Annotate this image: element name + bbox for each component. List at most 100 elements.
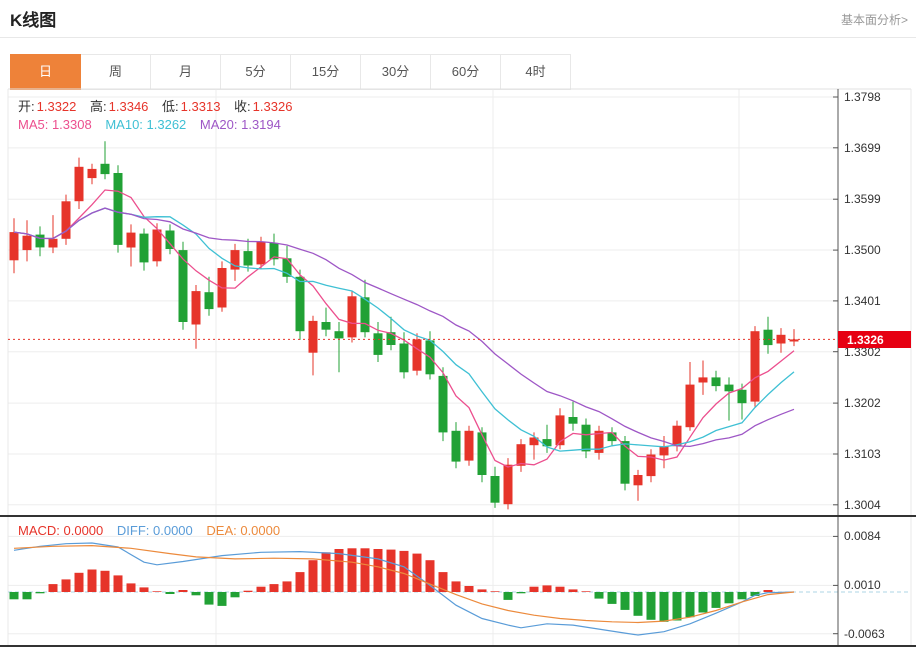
macd-bar (231, 592, 240, 597)
high-value: 1.3346 (109, 99, 149, 114)
candle-body (244, 251, 253, 265)
macd-bar (465, 586, 474, 592)
candle-body (634, 475, 643, 485)
candle-body (569, 417, 578, 424)
candle-body (348, 296, 357, 337)
candle-body (465, 431, 474, 461)
ma20-legend: MA20: 1.3194 (200, 117, 281, 132)
candle-body (725, 385, 734, 392)
macd-bar (660, 592, 669, 622)
y-axis-tick: 1.3798 (844, 90, 881, 104)
macd-bar (647, 592, 656, 620)
candle-body (686, 385, 695, 428)
candle-body (127, 233, 136, 248)
y-axis-tick: 1.3401 (844, 294, 881, 308)
candle-body (582, 425, 591, 452)
macd-bar (673, 592, 682, 621)
candle-body (335, 331, 344, 338)
candle-body (205, 292, 214, 309)
y-axis-tick: 1.3699 (844, 141, 881, 155)
kline-page: K线图 基本面分析> 日 周 月 5分 15分 30分 60分 4时 1.379… (0, 0, 916, 648)
macd-bar (569, 589, 578, 592)
macd-bar (686, 592, 695, 617)
candle-body (88, 169, 97, 178)
macd-bar (608, 592, 617, 604)
macd-bar (218, 592, 227, 606)
macd-bar (712, 592, 721, 608)
candle-body (738, 390, 747, 403)
macd-bar (283, 581, 292, 592)
macd-bar (582, 591, 591, 592)
candle-body (179, 250, 188, 322)
high-label: 高: (90, 99, 107, 114)
candle-body (400, 344, 409, 373)
candle-body (413, 339, 422, 370)
candle-body (101, 164, 110, 174)
ma10-legend: MA10: 1.3262 (105, 117, 186, 132)
candle-body (257, 242, 266, 265)
dea-value: DEA: 0.0000 (206, 523, 280, 538)
close-label: 收: (234, 99, 251, 114)
candle-body (361, 297, 370, 332)
candle-body (660, 446, 669, 455)
macd-bar (75, 573, 84, 592)
y-axis-tick: 1.3500 (844, 243, 881, 257)
candle-body (517, 444, 526, 466)
open-value: 1.3322 (37, 99, 77, 114)
candle-body (140, 234, 149, 263)
macd-bar (374, 549, 383, 592)
candle-body (608, 432, 617, 441)
macd-bar (725, 592, 734, 603)
y-axis-tick: 1.3004 (844, 498, 881, 512)
macd-bar (244, 591, 253, 592)
candle-body (764, 330, 773, 345)
macd-bar (738, 592, 747, 599)
macd-bar (296, 572, 305, 592)
ma-legend: MA5: 1.3308 MA10: 1.3262 MA20: 1.3194 (18, 117, 291, 132)
macd-bar (179, 590, 188, 592)
macd-bar (543, 585, 552, 592)
macd-bar (88, 570, 97, 593)
candle-body (439, 376, 448, 433)
macd-bar (699, 592, 708, 613)
candle-body (556, 415, 565, 445)
macd-bar (49, 584, 58, 592)
axis-labels: 1.3798 1.3699 1.3599 1.3500 1.3401 1.330… (838, 90, 911, 641)
candle-body (751, 331, 760, 401)
macd-bar (517, 592, 526, 593)
y-axis-tick: 1.3599 (844, 192, 881, 206)
candle-body (75, 167, 84, 201)
candle-body (478, 432, 487, 475)
chart-layers (0, 89, 916, 646)
macd-axis-tick: 0.0084 (844, 529, 881, 543)
diff-value: DIFF: 0.0000 (117, 523, 193, 538)
macd-bar (153, 591, 162, 592)
ma5-legend: MA5: 1.3308 (18, 117, 92, 132)
macd-bar (140, 587, 149, 592)
macd-bar (114, 575, 123, 592)
candle-body (374, 333, 383, 355)
macd-axis-tick: 0.0010 (844, 578, 881, 592)
macd-bar (400, 551, 409, 592)
macd-bar (413, 554, 422, 592)
macd-bar (62, 579, 71, 592)
candle-body (712, 377, 721, 386)
y-axis-tick: 1.3103 (844, 447, 881, 461)
macd-bar (504, 592, 513, 600)
candle-body (114, 173, 123, 245)
candle-body (49, 239, 58, 248)
candle-body (192, 291, 201, 324)
macd-axis-tick: -0.0063 (844, 627, 885, 641)
macd-bar (478, 589, 487, 592)
macd-bar (101, 571, 110, 592)
candle-body (296, 277, 305, 331)
candle-body (621, 441, 630, 484)
macd-bar (36, 592, 45, 593)
macd-bar (10, 592, 19, 599)
low-label: 低: (162, 99, 179, 114)
macd-bar (764, 590, 773, 592)
macd-value: MACD: 0.0000 (18, 523, 103, 538)
candle-body (23, 236, 32, 250)
macd-bar (309, 560, 318, 592)
macd-bar (634, 592, 643, 616)
